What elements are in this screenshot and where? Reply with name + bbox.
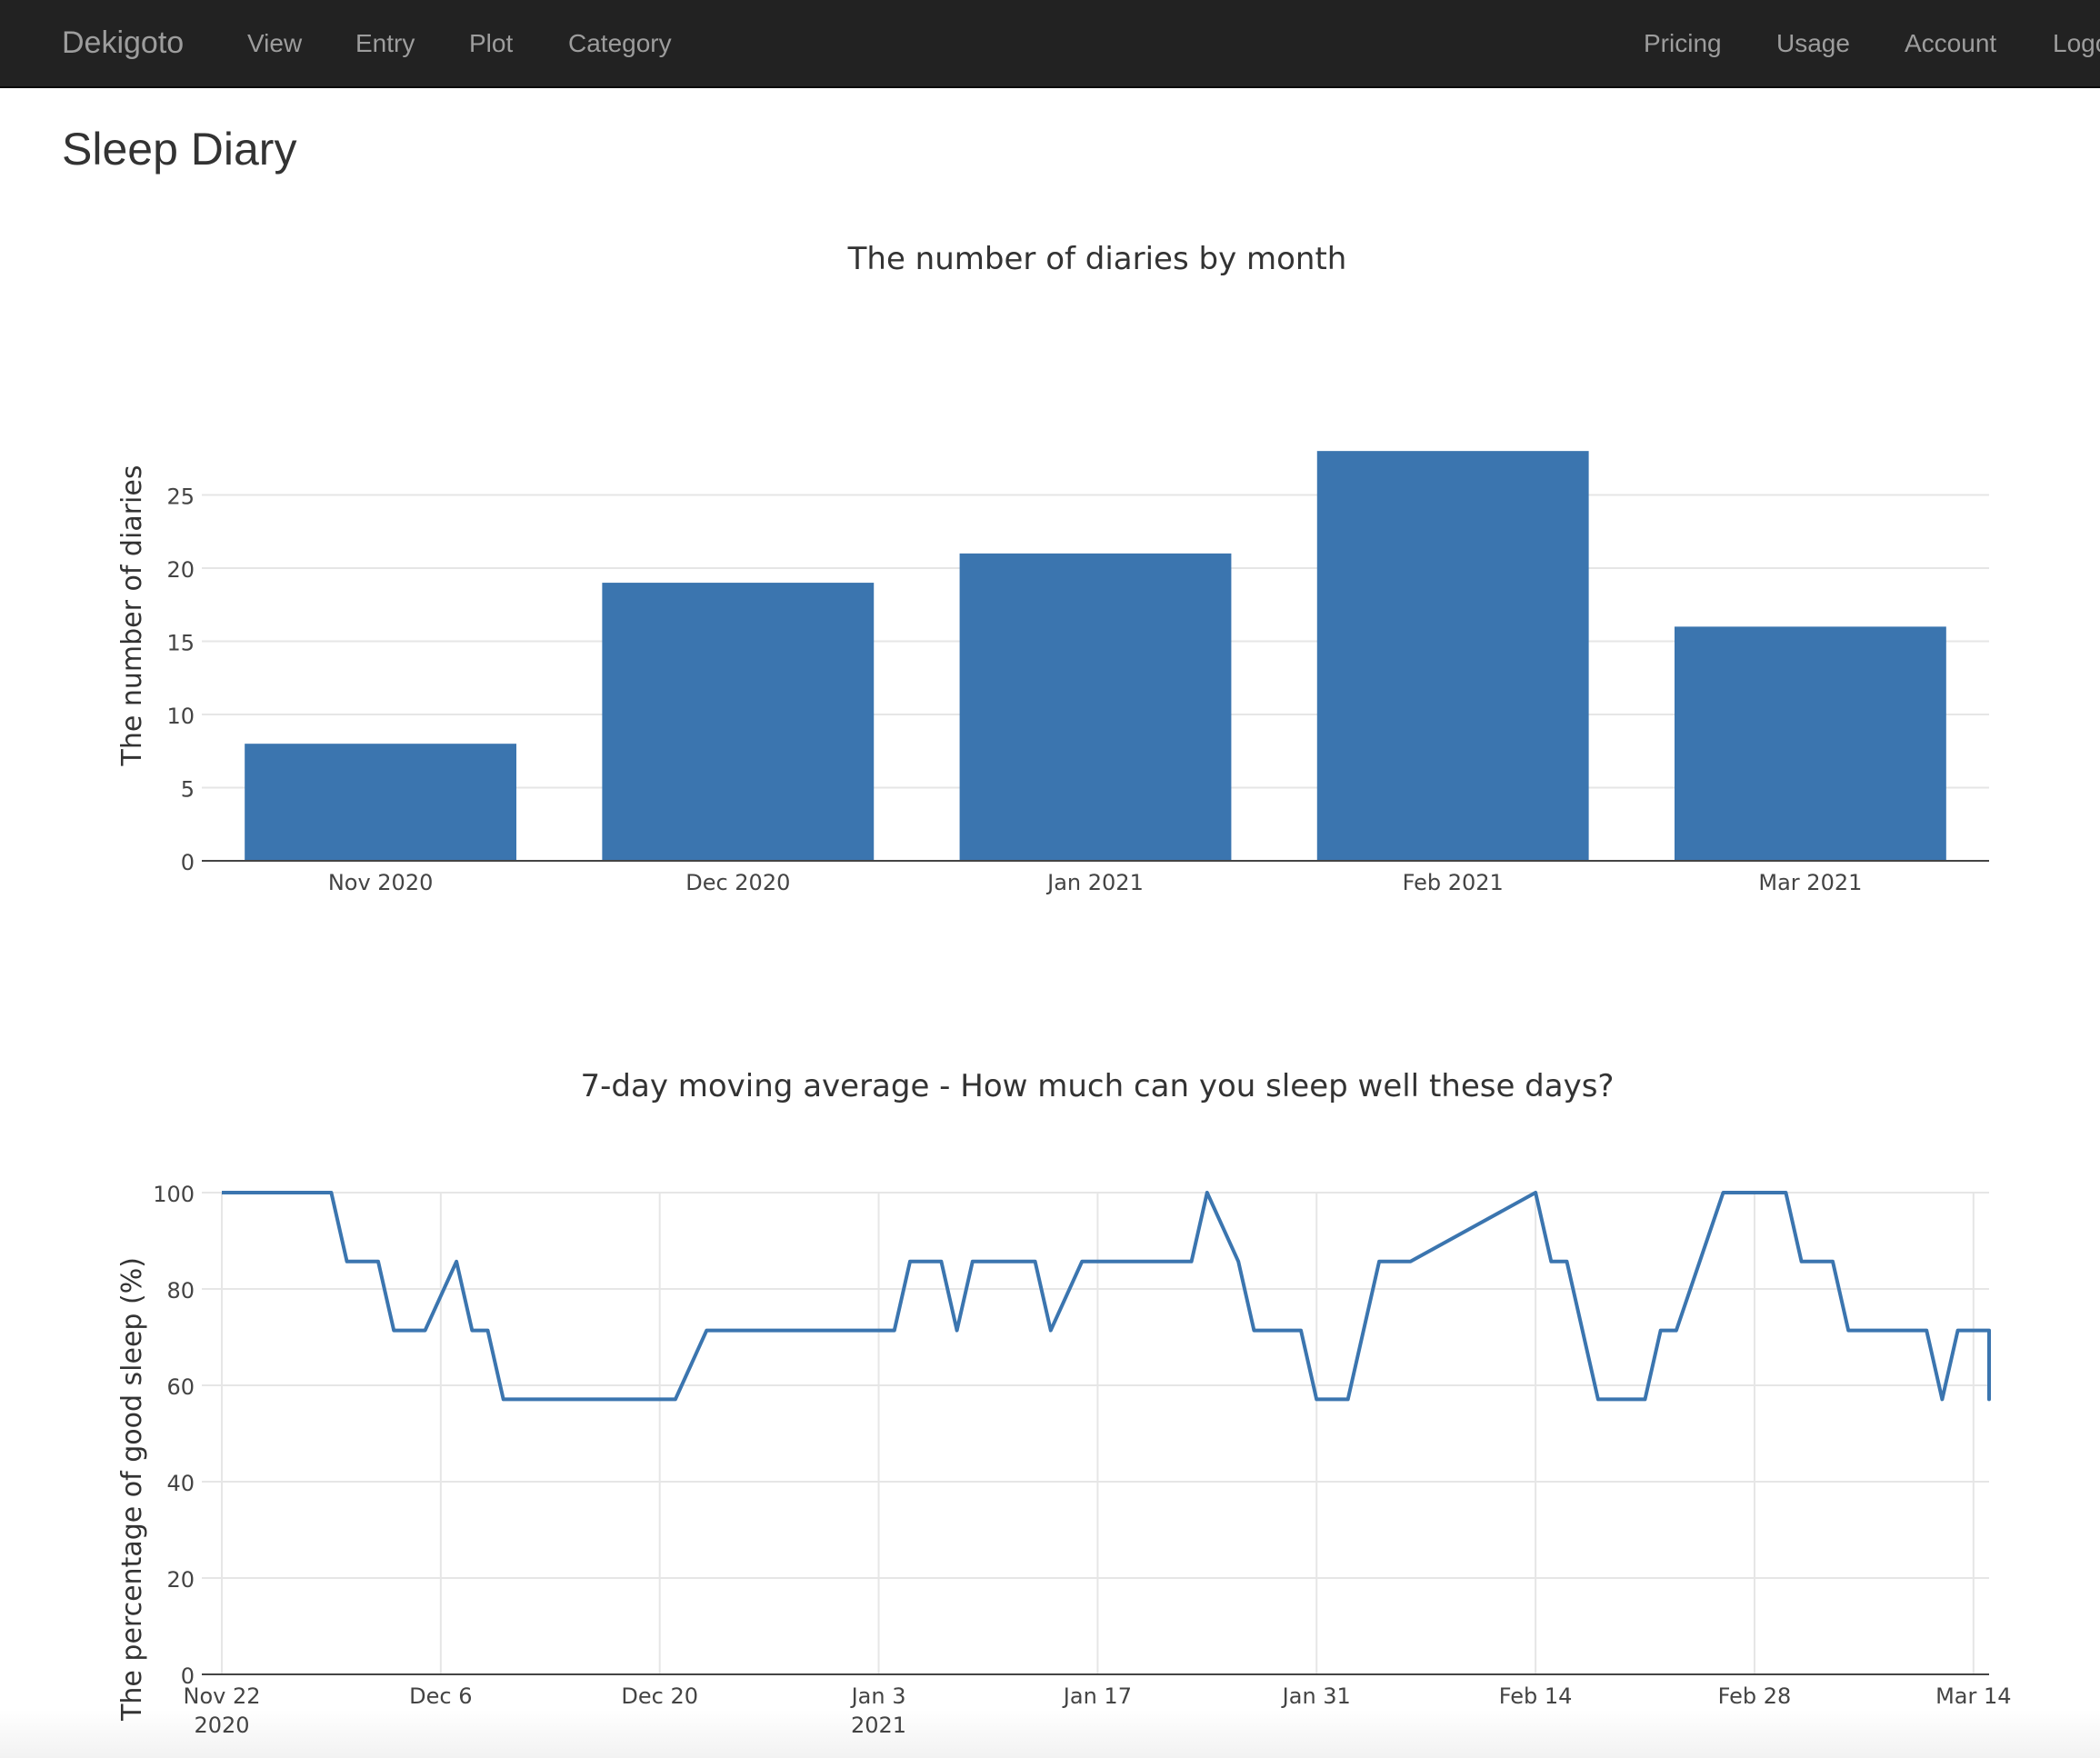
bar-y-tick-label: 20 — [166, 557, 195, 583]
line-chart-x-ticks: Nov 22 2020 Dec 6 Dec 20 Jan 3 2021 Jan 17 Jan … — [183, 1683, 2011, 1738]
line-chart-series-line — [222, 1191, 1991, 1402]
line-chart-y-ticks: 020406080100 — [153, 1182, 195, 1689]
line-x-tick-label: Mar 14 — [1935, 1683, 2011, 1709]
line-x-tick-sublabel: 2020 — [194, 1713, 249, 1738]
bar-x-tick-label: Mar 2021 — [1758, 870, 1862, 895]
nav-view-link[interactable]: View — [247, 0, 302, 86]
line-x-tick-label: Dec 6 — [409, 1683, 472, 1709]
bar[interactable] — [245, 744, 517, 861]
line-x-tick-sublabel: 2021 — [851, 1713, 906, 1738]
bar-x-tick-label: Jan 2021 — [1045, 870, 1144, 895]
line-x-tick-label: Jan 17 — [1062, 1683, 1132, 1709]
line-x-tick-label: Dec 20 — [621, 1683, 698, 1709]
bar[interactable] — [602, 583, 875, 861]
line-chart-gridlines — [202, 1192, 1989, 1674]
line-y-tick-label: 40 — [166, 1471, 195, 1496]
bar-x-tick-label: Feb 2021 — [1403, 870, 1504, 895]
bar-chart-ylabel: The number of diaries — [116, 465, 148, 767]
line-x-tick-label: Jan 3 — [850, 1683, 906, 1709]
nav-entry-link[interactable]: Entry — [355, 0, 415, 86]
line-y-tick-label: 20 — [166, 1567, 195, 1593]
navbar: Dekigoto View Entry Plot Category Pricin… — [0, 0, 2100, 88]
page-title: Sleep Diary — [62, 124, 297, 175]
nav-logout-link[interactable]: Logout — [2053, 0, 2100, 86]
nav-plot-link[interactable]: Plot — [469, 0, 513, 86]
bar[interactable] — [959, 553, 1232, 861]
line-x-tick-label: Jan 31 — [1281, 1683, 1351, 1709]
brand-link[interactable]: Dekigoto — [62, 0, 184, 86]
bar-chart-title: The number of diaries by month — [847, 241, 1347, 277]
line-chart-ylabel: The percentage of good sleep (%) — [116, 1257, 148, 1722]
bar-chart-bars — [245, 451, 1946, 861]
bar-y-tick-label: 0 — [181, 850, 195, 875]
bar-y-tick-label: 15 — [166, 630, 195, 655]
line-y-tick-label: 60 — [166, 1374, 195, 1400]
line-x-tick-label: Feb 28 — [1718, 1683, 1792, 1709]
bar[interactable] — [1316, 451, 1589, 861]
nav-account-link[interactable]: Account — [1905, 0, 1996, 86]
line-x-tick-label: Feb 14 — [1499, 1683, 1573, 1709]
bar-chart-x-ticks: Nov 2020 Dec 2020 Jan 2021 Feb 2021 Mar 2021 — [328, 870, 1863, 895]
bar-chart: The number of diaries by month The numbe… — [116, 241, 1989, 895]
line-chart: 7-day moving average - How much can you … — [116, 1068, 2012, 1738]
bar[interactable] — [1674, 626, 1946, 861]
line-y-tick-label: 80 — [166, 1278, 195, 1304]
line-chart-title: 7-day moving average - How much can you … — [581, 1068, 1615, 1104]
bar-x-tick-label: Dec 2020 — [685, 870, 790, 895]
bar-x-tick-label: Nov 2020 — [328, 870, 434, 895]
nav-usage-link[interactable]: Usage — [1776, 0, 1850, 86]
bar-chart-y-ticks: 0 5 10 15 20 25 — [166, 484, 195, 875]
bar-y-tick-label: 25 — [166, 484, 195, 509]
line-x-tick-label: Nov 22 — [183, 1683, 260, 1709]
nav-category-link[interactable]: Category — [568, 0, 672, 86]
nav-pricing-link[interactable]: Pricing — [1644, 0, 1722, 86]
bar-y-tick-label: 10 — [166, 704, 195, 729]
line-y-tick-label: 100 — [153, 1182, 195, 1207]
bar-y-tick-label: 5 — [181, 776, 195, 802]
